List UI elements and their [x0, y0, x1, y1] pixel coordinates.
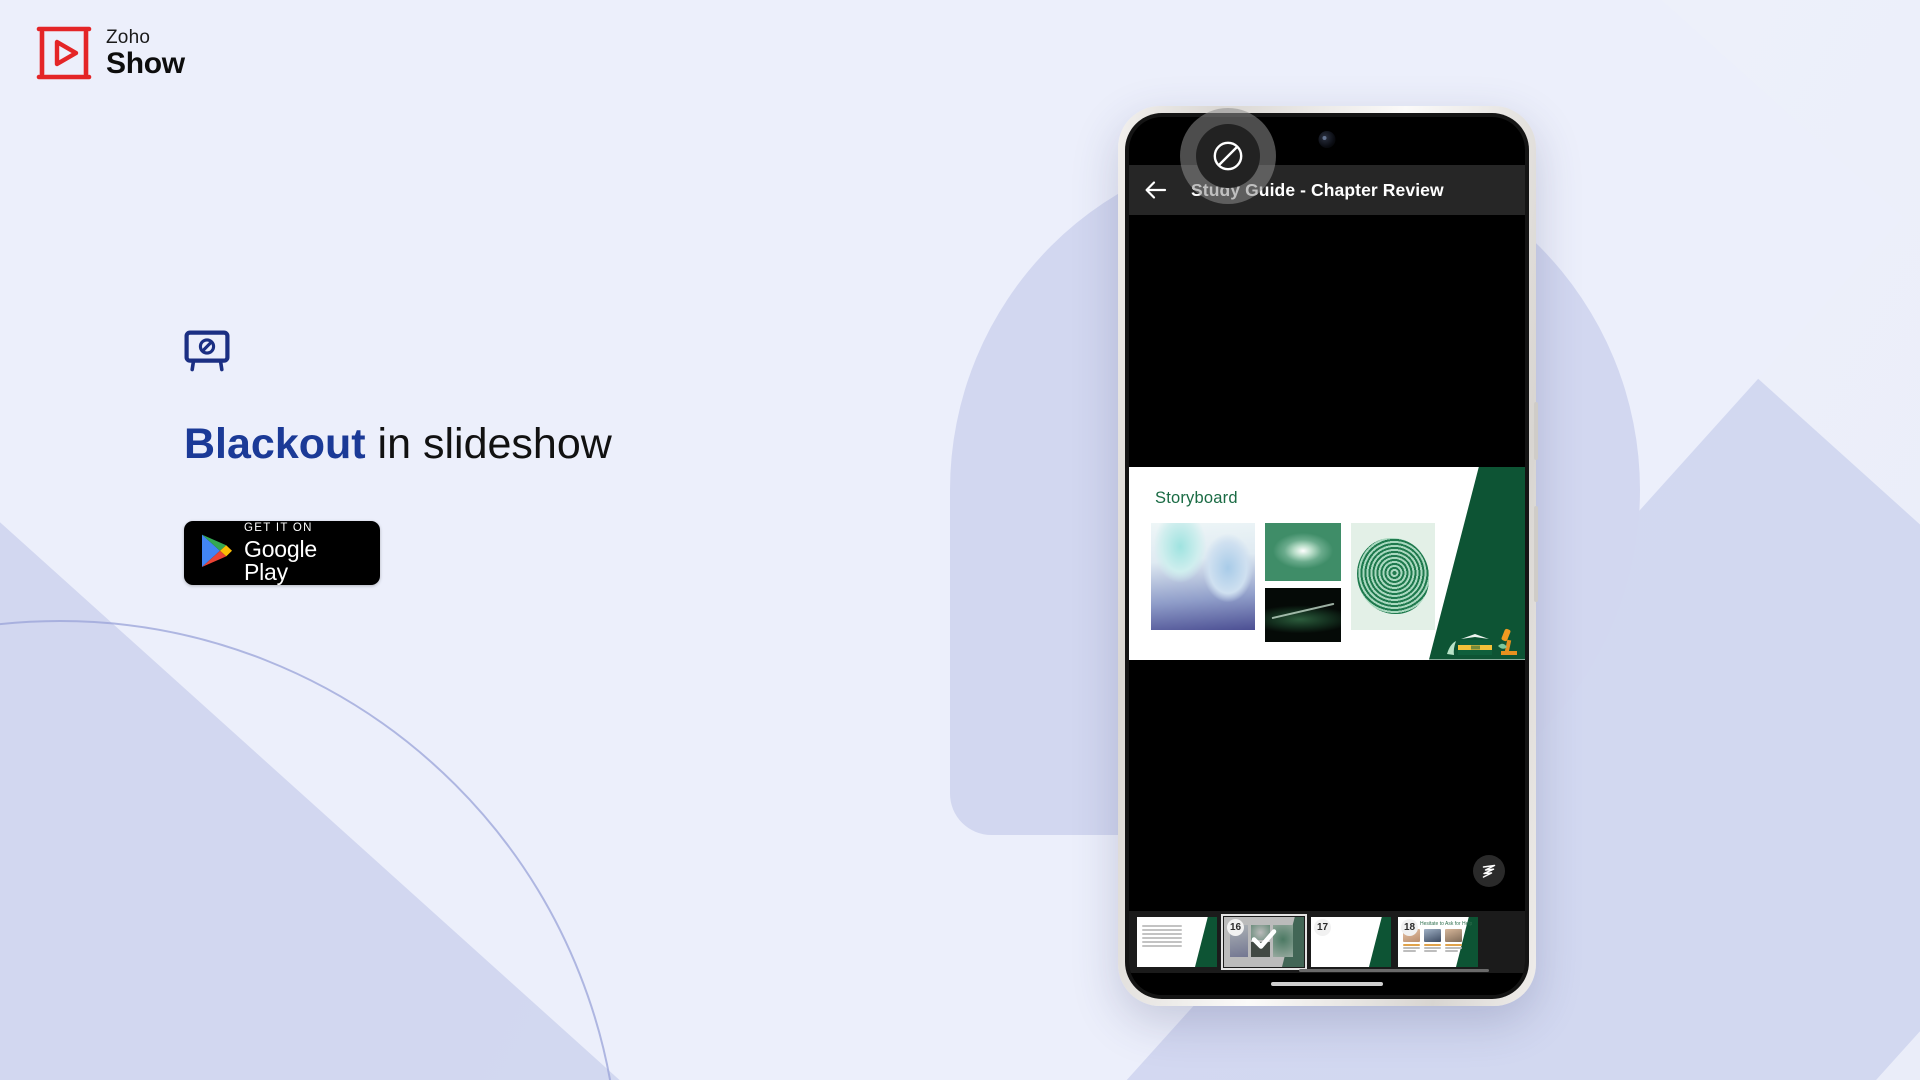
- dark-leaf-dew-photo: [1265, 587, 1341, 642]
- blackout-button[interactable]: [1196, 124, 1260, 188]
- blackout-screen-icon: [184, 330, 230, 372]
- phone-bezel: Study Guide - Chapter Review Storyboard: [1125, 113, 1529, 999]
- slide-image-stack: [1265, 522, 1341, 642]
- lab-vials-photo: [1151, 522, 1255, 630]
- thumb-wedge: [1369, 917, 1391, 967]
- phone-mockup: Study Guide - Chapter Review Storyboard: [1118, 106, 1538, 1006]
- thumb-number: 16: [1227, 919, 1244, 936]
- laser-pointer-button[interactable]: [1473, 855, 1505, 887]
- check-icon: [1251, 929, 1277, 956]
- logo-wordmark: Zoho Show: [106, 28, 185, 79]
- zoho-show-play-logo-icon: [36, 26, 92, 80]
- slideshow-stage[interactable]: Storyboard: [1129, 215, 1525, 911]
- phone-screen: Study Guide - Chapter Review Storyboard: [1129, 117, 1525, 995]
- hero-title-rest: in slideshow: [365, 420, 612, 468]
- current-slide: Storyboard: [1129, 466, 1525, 660]
- books-microscope-illustration: [1445, 624, 1519, 658]
- thumb-number: 17: [1314, 919, 1331, 936]
- hero-section: Blackout in slideshow GET IT ON Google P…: [184, 330, 904, 586]
- thumb-number: 18: [1401, 919, 1418, 936]
- google-play-badge-text: GET IT ON Google Play: [244, 523, 364, 584]
- badge-line-2: Google Play: [244, 535, 317, 585]
- hero-title-accent: Blackout: [184, 420, 366, 468]
- page-title: Blackout in slideshow: [184, 420, 904, 469]
- logo-show-text: Show: [106, 46, 185, 80]
- front-camera-icon: [1318, 131, 1336, 148]
- gesture-navigation-bar: [1129, 973, 1525, 995]
- green-swirl-photo: [1265, 522, 1341, 581]
- slide-image-grid: [1151, 522, 1435, 642]
- back-arrow-icon[interactable]: [1143, 177, 1169, 203]
- badge-line-1: GET IT ON: [244, 522, 313, 535]
- tree-ring-photo: [1351, 522, 1435, 630]
- thumb-wedge: [1195, 917, 1217, 967]
- logo-zoho-text: Zoho: [106, 26, 151, 48]
- slide-filmstrip[interactable]: 16 17 18 Hesitate to Ask for Help: [1129, 911, 1525, 973]
- thumb-title: Hesitate to Ask for Help: [1420, 921, 1473, 927]
- google-play-icon: [200, 533, 233, 574]
- thumbnail-slide-18[interactable]: 18 Hesitate to Ask for Help: [1398, 917, 1478, 967]
- blackout-prohibited-icon: [1213, 141, 1243, 171]
- thumb-text-lines: [1142, 925, 1182, 949]
- zoho-show-logo[interactable]: Zoho Show: [36, 26, 185, 80]
- thumbnail-slide-15[interactable]: [1137, 917, 1217, 967]
- phone-volume-button[interactable]: [1534, 402, 1538, 460]
- slide-title: Storyboard: [1155, 488, 1238, 507]
- home-indicator[interactable]: [1271, 982, 1383, 986]
- phone-power-button[interactable]: [1534, 506, 1538, 602]
- thumbnail-slide-17[interactable]: 17: [1311, 917, 1391, 967]
- thumbnail-slide-16[interactable]: 16: [1221, 914, 1307, 970]
- google-play-badge[interactable]: GET IT ON Google Play: [184, 521, 380, 586]
- filmstrip-scrollbar[interactable]: [1299, 969, 1489, 972]
